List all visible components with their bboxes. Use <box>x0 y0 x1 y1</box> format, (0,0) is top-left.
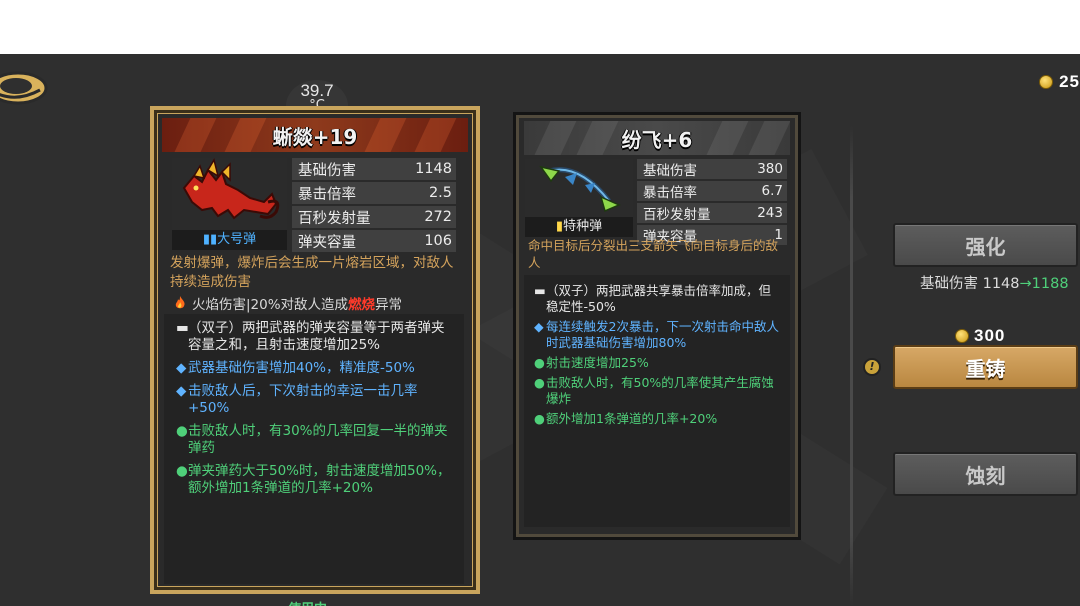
stat-value: 1148 <box>415 161 452 177</box>
stat-label: 基础伤害 <box>298 162 356 179</box>
stat-label: 百秒发射量 <box>643 207 711 223</box>
trait-item: ● 额外增加1条弹道的几率+20% <box>534 411 782 427</box>
stat-label: 弹夹容量 <box>298 234 356 251</box>
dot-bullet-icon: ● <box>176 423 188 439</box>
stat-value: 243 <box>757 205 783 221</box>
ammo-type-label: 大号弹 <box>217 232 257 247</box>
twin-icon: ▬ <box>534 283 546 298</box>
weapon-image: ▮特种弹 <box>525 159 633 237</box>
reforge-cost-amount: 300 <box>974 326 1006 345</box>
weapon-image: ▮▮大号弹 <box>172 158 287 250</box>
stat-value: 380 <box>757 161 783 177</box>
twin-icon: ▬ <box>176 320 189 336</box>
dot-bullet-icon: ● <box>534 411 545 426</box>
reforge-cost: 300 <box>955 326 1005 346</box>
trait-text: 击败敌人时，有50%的几率使其产生腐蚀爆炸 <box>546 375 774 406</box>
trait-text: 额外增加1条弹道的几率+20% <box>546 411 718 426</box>
ammo-type: ▮▮大号弹 <box>172 230 287 250</box>
weapon-card-header: 纷飞+6 <box>524 121 790 155</box>
in-use-label: 使用中 <box>288 598 327 606</box>
stat-value: 2.5 <box>428 185 452 201</box>
trait-text: 弹夹弹药大于50%时，射击速度增加50%，额外增加1条弹道的几率+20% <box>188 463 451 496</box>
dot-bullet-icon: ● <box>534 355 545 370</box>
stat-label: 暴击倍率 <box>643 185 697 201</box>
weapon-traits: ▬ （双子）两把武器共享暴击倍率加成，但稳定性-50% ◆ 每连续触发2次暴击，下一… <box>524 275 790 527</box>
diamond-bullet-icon: ◆ <box>534 319 544 334</box>
trait-text: 击败敌人时，有30%的几率回复一半的弹夹弹药 <box>188 423 448 456</box>
stat-row: 暴击倍率 2.5 <box>292 182 456 204</box>
effect-suffix: 异常 <box>375 297 403 313</box>
etch-button[interactable]: 蚀刻 <box>893 452 1078 496</box>
stat-row: 暴击倍率 6.7 <box>637 181 787 201</box>
burn-keyword: 燃烧 <box>348 297 376 313</box>
upgrade-button[interactable]: 强化 <box>893 223 1078 267</box>
weapon-effect: 火焰伤害|20%对敌人造成 燃烧 异常 <box>174 293 402 313</box>
weapon-description: 命中目标后分裂出三支箭矢飞向目标身后的敌人 <box>528 238 779 270</box>
stat-row: 基础伤害 1148 <box>292 158 456 180</box>
big-ammo-icon: ▮▮ <box>202 232 218 247</box>
back-icon[interactable] <box>0 68 50 108</box>
diamond-bullet-icon: ◆ <box>176 383 187 399</box>
ammo-type: ▮特种弹 <box>525 217 633 237</box>
ammo-type-label: 特种弹 <box>563 219 603 234</box>
stat-row: 百秒发射量 243 <box>637 203 787 223</box>
equipped-weapon-card[interactable]: 蜥燚+19 ▮▮大号弹 基础伤害 1148 暴击倍率 2.5 百秒发射量 272 弹夹… <box>150 106 480 594</box>
damage-next: 1188 <box>1031 276 1069 292</box>
stat-value: 106 <box>424 233 452 249</box>
trait-item: ● 弹夹弹药大于50%时，射击速度增加50%，额外增加1条弹道的几率+20% <box>176 463 454 497</box>
damage-current: 1148 <box>982 276 1020 292</box>
dot-bullet-icon: ● <box>534 375 545 390</box>
bow-weapon-icon <box>539 165 621 213</box>
trait-text: 射击速度增加25% <box>546 355 649 370</box>
weapon-name: 纷飞+6 <box>621 127 693 152</box>
damage-preview: 基础伤害 1148→1188 <box>920 272 1069 293</box>
stat-value: 272 <box>424 209 452 225</box>
trait-text: 击败敌人后，下次射击的幸运一击几率+50% <box>188 383 418 416</box>
weapon-stats: 基础伤害 380 暴击倍率 6.7 百秒发射量 243 弹夹容量 1 <box>637 159 787 247</box>
trait-text: 每连续触发2次暴击，下一次射击命中敌人时武器基础伤害增加80% <box>546 319 779 350</box>
arrow-right-icon: → <box>1019 276 1032 292</box>
trait-text: （双子）两把武器的弹夹容量等于两者弹夹容量之和，且射击速度增加25% <box>188 320 445 353</box>
weapon-description: 发射爆弹，爆炸后会生成一片熔岩区域，对敌人持续造成伤害 <box>170 255 454 290</box>
stat-row: 百秒发射量 272 <box>292 206 456 228</box>
special-ammo-icon: ▮ <box>555 219 564 234</box>
trait-item: ● 射击速度增加25% <box>534 355 782 371</box>
stat-value: 6.7 <box>761 183 783 199</box>
effect-text: 火焰伤害|20%对敌人造成 <box>192 297 349 313</box>
trait-item: ● 击败敌人时，有50%的几率使其产生腐蚀爆炸 <box>534 375 782 407</box>
stat-row: 弹夹容量 106 <box>292 230 456 252</box>
weapon-stats: 基础伤害 1148 暴击倍率 2.5 百秒发射量 272 弹夹容量 106 <box>292 158 456 254</box>
fire-icon <box>175 296 185 309</box>
stat-label: 基础伤害 <box>643 163 697 179</box>
coin-icon <box>1039 75 1054 89</box>
currency-display: 25 <box>1039 72 1080 92</box>
coin-icon <box>955 329 969 343</box>
info-icon[interactable]: ! <box>863 358 881 376</box>
trait-item: ▬ （双子）两把武器的弹夹容量等于两者弹夹容量之和，且射击速度增加25% <box>176 320 454 354</box>
dot-bullet-icon: ● <box>176 463 188 479</box>
weapon-name: 蜥燚+19 <box>272 124 358 149</box>
trait-item: ◆ 击败敌人后，下次射击的幸运一击几率+50% <box>176 383 454 417</box>
trait-text: 武器基础伤害增加40%，精准度-50% <box>188 360 415 376</box>
trait-item: ◆ 武器基础伤害增加40%，精准度-50% <box>176 360 454 377</box>
trait-item: ◆ 每连续触发2次暴击，下一次射击命中敌人时武器基础伤害增加80% <box>534 319 782 351</box>
stat-row: 基础伤害 380 <box>637 159 787 179</box>
currency-amount: 25 <box>1059 72 1080 91</box>
lizard-weapon-icon <box>182 158 280 220</box>
trait-item: ● 击败敌人时，有30%的几率回复一半的弹夹弹药 <box>176 423 454 457</box>
stat-label: 百秒发射量 <box>298 210 371 227</box>
weapon-traits: ▬ （双子）两把武器的弹夹容量等于两者弹夹容量之和，且射击速度增加25% ◆ 武器基… <box>164 314 464 584</box>
trait-text: （双子）两把武器共享暴击倍率加成，但稳定性-50% <box>546 283 772 314</box>
stat-label: 暴击倍率 <box>298 186 356 203</box>
weapon-card-header: 蜥燚+19 <box>162 118 468 152</box>
compare-weapon-card[interactable]: 纷飞+6 ▮特种弹 基础伤害 380 暴击倍率 6.7 百秒发射量 243 弹夹容量 1… <box>513 112 801 540</box>
panel-divider <box>850 126 853 606</box>
trait-item: ▬ （双子）两把武器共享暴击倍率加成，但稳定性-50% <box>534 283 782 315</box>
reforge-button[interactable]: 重铸 <box>893 345 1078 389</box>
damage-label: 基础伤害 <box>920 276 978 292</box>
game-screen: 39.7 °C 25 蜥燚+19 ▮▮大号弹 基础伤害1 <box>0 54 1080 606</box>
diamond-bullet-icon: ◆ <box>176 360 187 376</box>
